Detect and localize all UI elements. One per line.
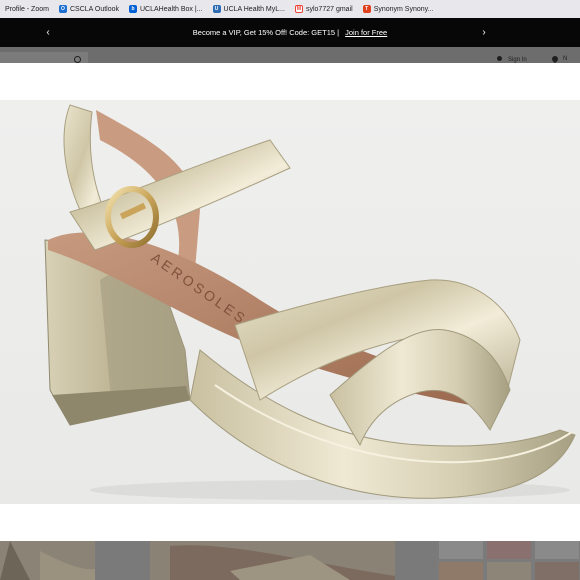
promo-banner: ‹ Become a VIP, Get 15% Off! Code: GET15… (0, 18, 580, 47)
bookmark-label: Profile - Zoom (5, 5, 49, 13)
bookmark-zoom-profile[interactable]: Profile - Zoom (0, 0, 54, 18)
sandal-illustration: AEROSOLES (44, 104, 576, 500)
box-icon: b (129, 5, 137, 13)
thesaurus-icon: T (362, 5, 371, 13)
bookmark-uclahealth-box[interactable]: b UCLAHealth Box |... (124, 0, 208, 18)
thumbnail-1[interactable] (0, 541, 95, 580)
bookmark-cscla-outlook[interactable]: O CSCLA Outlook (54, 0, 124, 18)
thumbnail-2[interactable] (150, 541, 395, 580)
bookmark-label: sylo7727 gmail (305, 5, 353, 13)
promo-prev-arrow[interactable]: ‹ (38, 18, 58, 47)
outlook-icon: O (58, 5, 67, 13)
thumbnail-3[interactable] (437, 541, 580, 580)
gmail-icon: M (294, 5, 303, 13)
thumbnail-2-image (170, 545, 395, 580)
store-locator-label[interactable]: N (563, 56, 567, 62)
bookmark-thesaurus[interactable]: T Synonym Synony... (358, 0, 439, 18)
bookmark-gmail[interactable]: M sylo7727 gmail (290, 0, 358, 18)
search-icon[interactable] (74, 56, 81, 63)
bookmark-label: CSCLA Outlook (69, 5, 119, 13)
product-photo[interactable]: AEROSOLES (0, 100, 580, 504)
bookmarks-bar: Profile - Zoom O CSCLA Outlook b UCLAHea… (0, 0, 580, 18)
store-locator-icon[interactable] (550, 54, 560, 64)
product-image-viewer: AEROSOLES (0, 63, 580, 541)
promo-next-arrow[interactable]: › (474, 18, 494, 47)
ucla-icon: U (212, 5, 221, 13)
account-icon[interactable] (497, 56, 502, 61)
thumbnail-3-image (439, 541, 579, 580)
bookmark-label: UCLA Health MyL... (223, 5, 285, 13)
thumbnail-1-image (0, 541, 95, 580)
join-for-free-link[interactable]: Join for Free (345, 28, 387, 37)
thumbnail-strip (0, 541, 580, 580)
promo-text: Become a VIP, Get 15% Off! Code: GET15 | (192, 28, 340, 37)
bookmark-label: UCLAHealth Box |... (140, 5, 203, 13)
bookmark-ucla-health-myl[interactable]: U UCLA Health MyL... (208, 0, 290, 18)
site-header: Sign In N (0, 47, 580, 64)
bookmark-label: Synonym Synony... (373, 5, 434, 13)
